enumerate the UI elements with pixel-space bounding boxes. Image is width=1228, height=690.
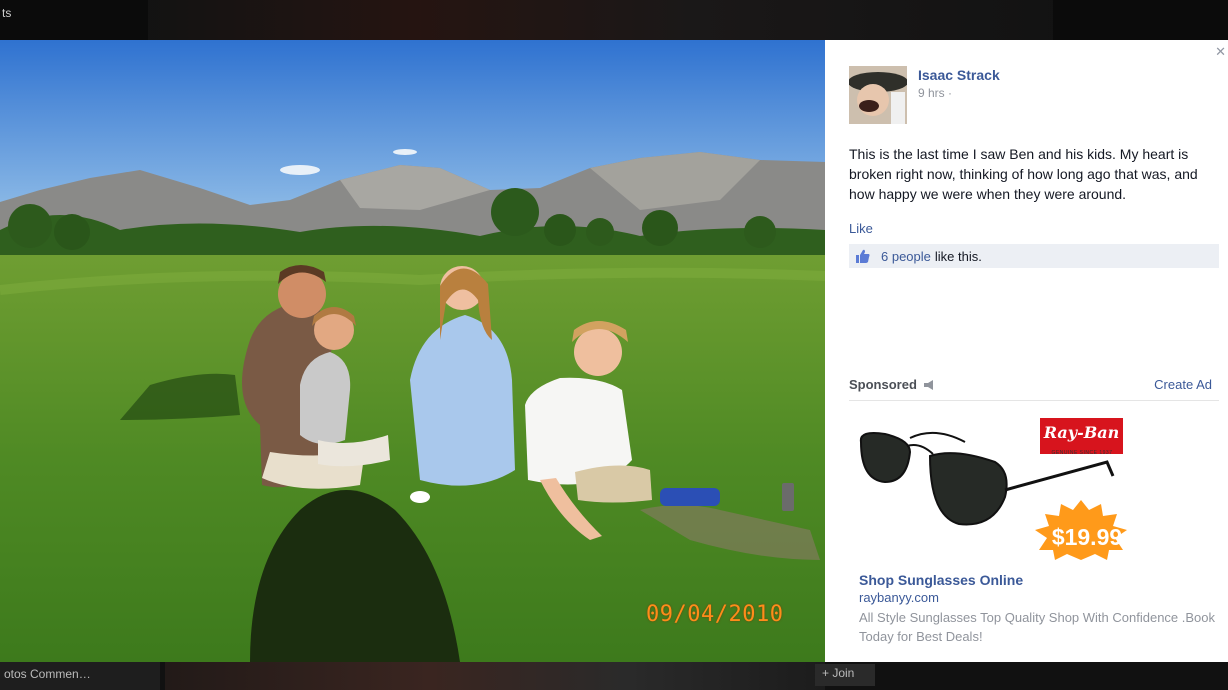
sponsored-label: Sponsored — [849, 377, 935, 392]
rayban-logo: Ray-Ban — [1040, 418, 1123, 454]
photo-date-stamp: 09/04/2010 — [646, 602, 784, 627]
avatar-image — [849, 66, 907, 124]
close-icon[interactable]: ✕ — [1215, 44, 1226, 60]
post-side-panel: ✕ Isaac Strack 9 hrs · This is the last … — [825, 40, 1228, 662]
top-bar-label: ts — [2, 6, 12, 20]
likes-summary: 6 people like this. — [849, 244, 1219, 268]
megaphone-icon — [923, 379, 935, 390]
rayban-tagline: GENUINE SINCE 1937 — [1051, 450, 1113, 456]
divider — [849, 400, 1219, 401]
sponsored-text: Sponsored — [849, 377, 917, 392]
bottom-bar-left-text: otos Commen… — [4, 667, 91, 681]
ad-title-link[interactable]: Shop Sunglasses Online — [859, 572, 1023, 588]
create-ad-link[interactable]: Create Ad — [1154, 377, 1212, 392]
top-bar: ts — [0, 0, 1228, 40]
ad-domain-link[interactable]: raybanyy.com — [859, 590, 939, 605]
author-name-link[interactable]: Isaac Strack — [918, 67, 1000, 83]
ad-price: $19.99 — [1051, 524, 1123, 550]
post-message: This is the last time I saw Ben and his … — [849, 146, 1198, 202]
like-button[interactable]: Like — [849, 221, 873, 236]
author-avatar[interactable] — [849, 66, 907, 124]
post-photo[interactable]: 09/04/2010 — [0, 40, 825, 662]
likes-count-link[interactable]: 6 people — [881, 249, 931, 264]
post-timestamp[interactable]: 9 hrs · — [918, 86, 952, 100]
join-button[interactable]: + Join — [822, 666, 854, 680]
bottom-bar-strip — [165, 662, 825, 690]
bottom-bar: otos Commen… + Join — [0, 662, 1228, 690]
likes-suffix: like this. — [934, 248, 982, 264]
top-bar-strip — [148, 0, 1053, 40]
thumbs-up-icon — [855, 248, 871, 264]
ad-description: All Style Sunglasses Top Quality Shop Wi… — [859, 610, 1216, 644]
photo-scene — [0, 40, 825, 662]
